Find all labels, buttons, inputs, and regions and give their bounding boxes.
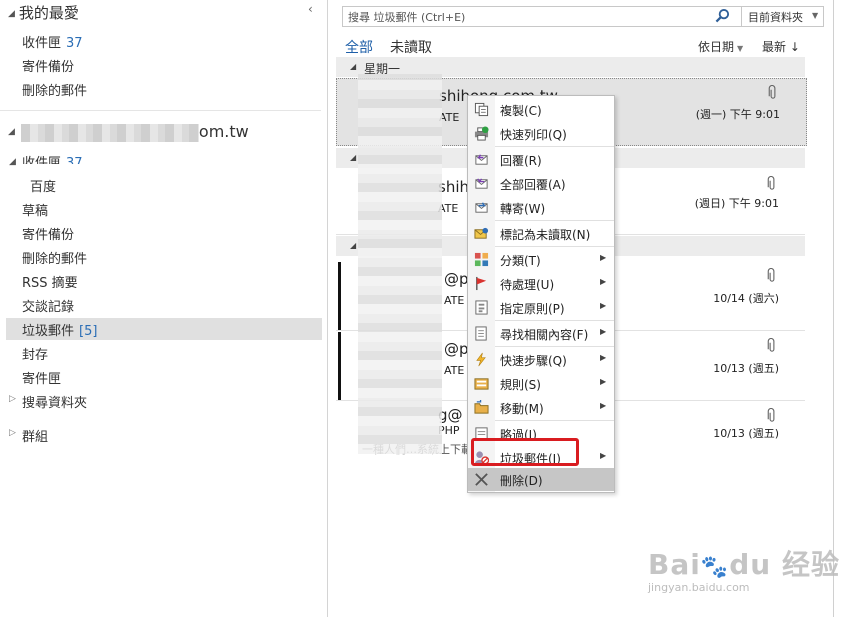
nav-divider	[0, 110, 321, 111]
menu-separator	[495, 346, 614, 347]
account-header[interactable]: ◢ om.tw	[8, 122, 249, 150]
folder-sent[interactable]: 寄件備份	[22, 224, 74, 243]
filter-unread-tab[interactable]: 未讀取	[390, 37, 432, 57]
menu-item-delete[interactable]: 刪除(D)	[468, 468, 614, 491]
flag-icon	[476, 276, 487, 291]
submenu-arrow-icon: ▶	[600, 253, 607, 262]
folder-baidu[interactable]: 百度	[30, 176, 56, 195]
attachment-icon	[767, 268, 775, 282]
arrow-down-icon: ↓	[789, 40, 800, 54]
print-icon	[474, 126, 489, 141]
submenu-arrow-icon: ▶	[600, 353, 607, 362]
submenu-arrow-icon: ▶	[600, 277, 607, 286]
sort-by-dropdown[interactable]: 依日期 ▼	[698, 38, 743, 55]
search-input[interactable]: 搜尋 垃圾郵件 (Ctrl+E)	[348, 9, 465, 25]
folder-conversation-history[interactable]: 交談記錄	[22, 296, 74, 315]
submenu-arrow-icon: ▶	[600, 377, 607, 386]
submenu-arrow-icon: ▶	[600, 327, 607, 336]
search-box[interactable]: 搜尋 垃圾郵件 (Ctrl+E) 目前資料夾 ▼	[342, 6, 824, 27]
chevron-down-icon: ▼	[812, 11, 819, 20]
expand-triangle-icon[interactable]: ◢	[9, 157, 16, 167]
groups-node[interactable]: 群組	[22, 426, 48, 445]
fav-inbox[interactable]: 收件匣 37	[22, 32, 83, 51]
fav-sent[interactable]: 寄件備份	[22, 56, 74, 75]
vertical-scrollbar[interactable]	[833, 0, 834, 617]
folder-junk[interactable]: 垃圾郵件 [5]	[22, 320, 97, 339]
filter-all-tab[interactable]: 全部	[345, 37, 373, 57]
redacted-account-name	[20, 123, 199, 142]
collapse-triangle-icon[interactable]: ◢	[8, 127, 15, 137]
context-menu: 複製(C) 快速列印(Q) 回覆(R) 全部回覆(A) 轉寄(W) 標記為未讀取…	[467, 95, 615, 493]
attachment-icon	[768, 85, 776, 99]
forward-icon	[475, 202, 488, 213]
fav-deleted[interactable]: 刪除的郵件	[22, 80, 87, 99]
mark-unread-icon	[474, 227, 489, 239]
junk-highlight-box	[471, 438, 579, 466]
favorites-header[interactable]: ◢ 我的最愛	[8, 2, 79, 23]
copy-icon	[474, 102, 489, 117]
folder-pane: ◢ 我的最愛 ‹ 收件匣 37 寄件備份 刪除的郵件 ◢ om.tw ◢ 收件匣 37 …	[0, 0, 328, 617]
submenu-arrow-icon: ▶	[600, 451, 607, 460]
move-icon	[474, 400, 489, 414]
menu-item-reply[interactable]: 回覆(R)	[468, 148, 614, 171]
collapse-triangle-icon[interactable]: ◢	[350, 62, 356, 71]
reply-icon	[475, 154, 488, 165]
folder-archive[interactable]: 封存	[22, 344, 48, 363]
menu-separator	[495, 146, 614, 147]
submenu-arrow-icon: ▶	[600, 301, 607, 310]
attachment-icon	[767, 338, 775, 352]
unread-indicator	[338, 262, 341, 330]
collapse-triangle-icon[interactable]: ◢	[350, 153, 356, 162]
reply-all-icon	[475, 178, 488, 189]
collapse-pane-icon[interactable]: ‹	[308, 2, 313, 16]
folder-drafts[interactable]: 草稿	[22, 200, 48, 219]
menu-item-forward[interactable]: 轉寄(W)	[468, 196, 614, 219]
categorize-icon	[474, 252, 489, 267]
chevron-down-icon: ▼	[737, 44, 744, 53]
menu-separator	[495, 246, 614, 247]
menu-item-copy[interactable]: 複製(C)	[468, 98, 614, 121]
attachment-icon	[767, 176, 775, 190]
expand-triangle-icon[interactable]: ▷	[9, 394, 16, 404]
expand-triangle-icon[interactable]: ▷	[9, 428, 16, 438]
collapse-triangle-icon[interactable]: ◢	[8, 9, 15, 19]
sort-order-toggle[interactable]: 最新 ↓	[762, 38, 800, 55]
find-related-icon	[475, 326, 487, 341]
folder-rss[interactable]: RSS 摘要	[22, 272, 78, 291]
delete-icon	[475, 473, 488, 486]
folder-inbox[interactable]: 收件匣 37	[22, 152, 83, 164]
menu-item-follow-up[interactable]: 待處理(U) ▶	[468, 272, 614, 295]
policy-icon	[475, 300, 488, 315]
menu-item-categorize[interactable]: 分類(T) ▶	[468, 248, 614, 271]
search-icon[interactable]	[715, 8, 730, 23]
redacted-sender-column	[358, 74, 442, 454]
collapse-triangle-icon[interactable]: ◢	[350, 241, 356, 250]
submenu-arrow-icon: ▶	[600, 401, 607, 410]
menu-item-quick-steps[interactable]: 快速步驟(Q) ▶	[468, 348, 614, 371]
watermark-logo: Bai🐾du 经验	[648, 548, 840, 581]
menu-item-reply-all[interactable]: 全部回覆(A)	[468, 172, 614, 195]
menu-item-rules[interactable]: 規則(S) ▶	[468, 372, 614, 395]
menu-separator	[495, 420, 614, 421]
baidu-watermark: Bai🐾du 经验 jingyan.baidu.com	[648, 543, 840, 594]
menu-item-quick-print[interactable]: 快速列印(Q)	[468, 122, 614, 145]
menu-separator	[495, 320, 614, 321]
menu-item-assign-policy[interactable]: 指定原則(P) ▶	[468, 296, 614, 319]
menu-item-move[interactable]: 移動(M) ▶	[468, 396, 614, 419]
search-scope-dropdown[interactable]: 目前資料夾 ▼	[741, 7, 824, 26]
menu-item-mark-unread[interactable]: 標記為未讀取(N)	[468, 222, 614, 245]
folder-outbox[interactable]: 寄件匣	[22, 368, 61, 387]
quick-steps-icon	[476, 352, 486, 367]
rules-icon	[474, 378, 489, 390]
folder-deleted[interactable]: 刪除的郵件	[22, 248, 87, 267]
menu-item-find-related[interactable]: 尋找相關內容(F) ▶	[468, 322, 614, 345]
unread-indicator	[338, 332, 341, 400]
attachment-icon	[767, 408, 775, 422]
menu-separator	[495, 220, 614, 221]
folder-search-folders[interactable]: 搜尋資料夾	[22, 392, 87, 411]
